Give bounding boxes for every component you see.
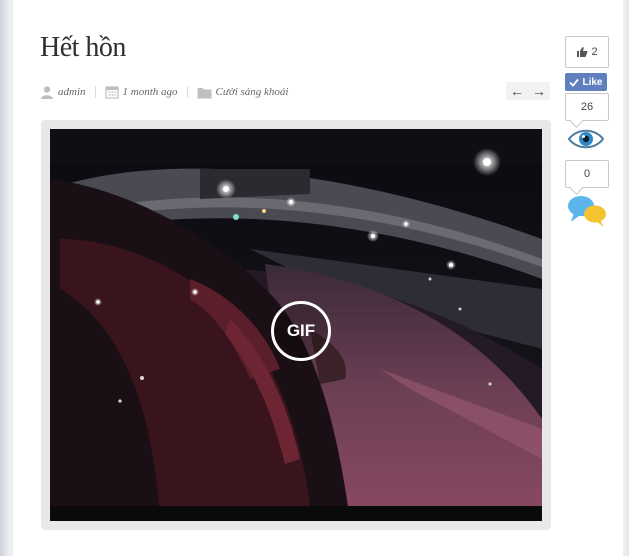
like-label[interactable]: Like [582,77,602,88]
post-title: Hết hồn [40,32,126,63]
comment-count-box: 0 [565,160,609,188]
thumbs-up-icon [576,46,588,58]
eye-icon [567,127,605,156]
media-frame: GIF [41,120,551,530]
meta-category[interactable]: Cười sảng khoái [197,86,289,99]
like-count: 2 [591,46,598,58]
prev-post-button[interactable]: ← [506,82,528,100]
facebook-like-button[interactable]: Like [565,73,607,91]
like-count-box: 2 [565,36,609,68]
post-pager: ← → [506,82,550,100]
post-date: 1 month ago [122,86,178,98]
view-count-box: 26 [565,93,609,121]
meta-divider [186,86,188,98]
right-scroll-edge [623,0,629,556]
author-name[interactable]: admin [58,86,86,98]
folder-icon [197,86,212,99]
gif-image[interactable]: GIF [50,129,542,521]
calendar-icon [104,85,119,99]
meta-author[interactable]: admin [40,85,86,99]
comment-bubbles-icon[interactable] [566,194,608,233]
left-rail [0,0,13,556]
view-count: 26 [580,101,594,113]
next-post-button[interactable]: → [528,82,550,100]
meta-date: 1 month ago [104,85,178,99]
comment-count: 0 [583,168,591,180]
user-icon [40,85,54,99]
check-icon [569,78,580,87]
meta-divider [94,86,96,98]
gif-play-badge[interactable]: GIF [271,301,331,361]
post-meta: admin 1 month ago Cười sảng khoái [40,84,288,100]
category-link[interactable]: Cười sảng khoái [216,86,289,98]
